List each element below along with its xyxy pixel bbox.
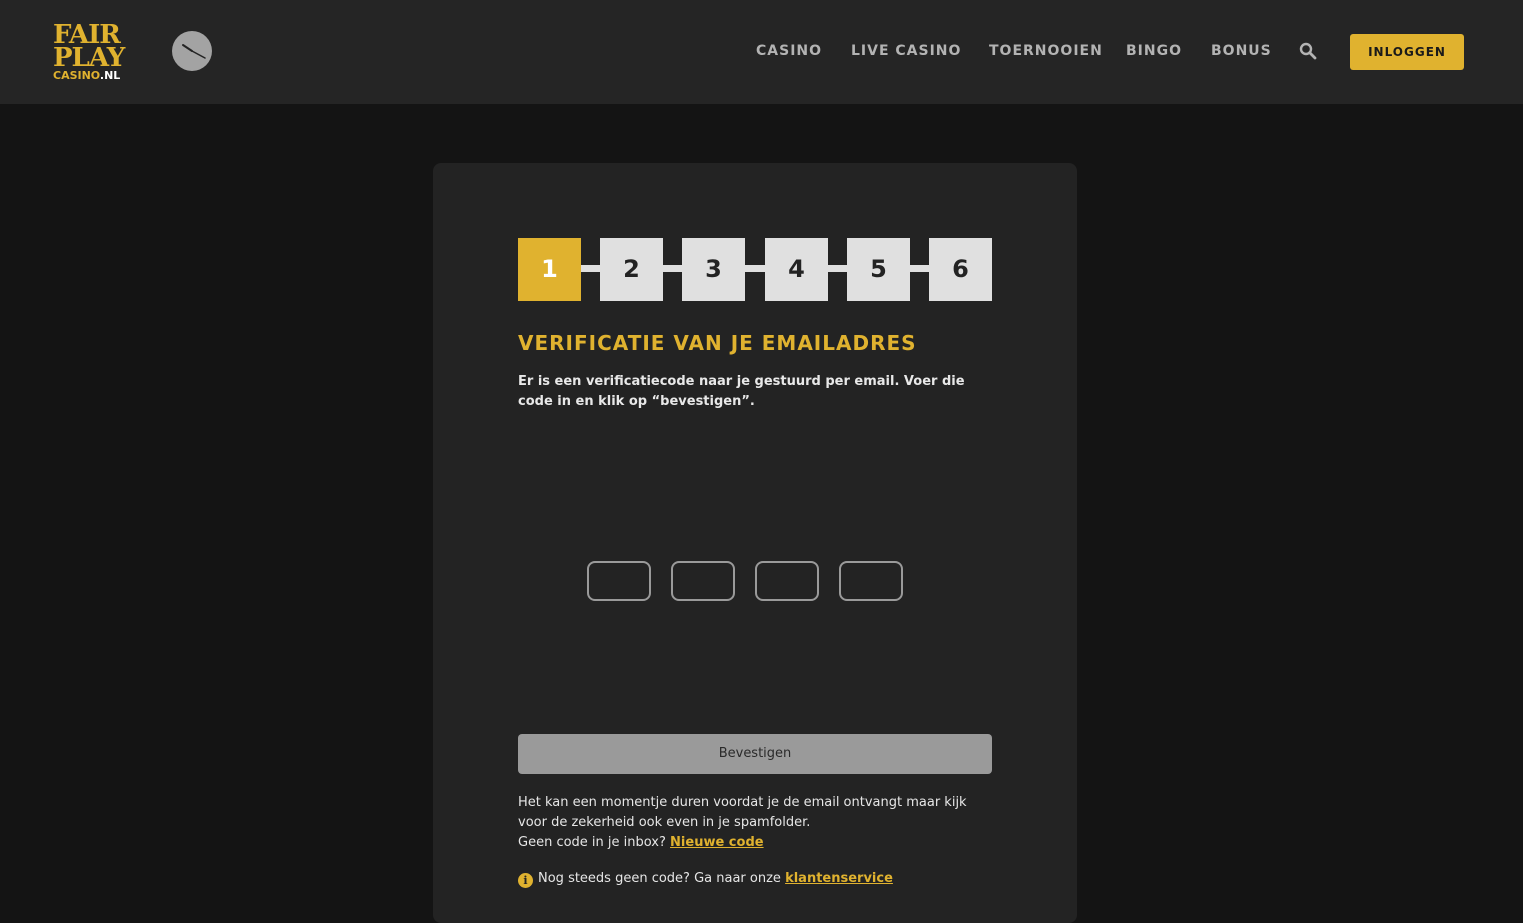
step-4: 4 [765, 238, 828, 301]
site-header: FAIR PLAY CASINO.NL CASINO LIVE CASINO T… [0, 0, 1523, 104]
nav-bingo[interactable]: BINGO [1126, 40, 1182, 62]
nav-casino[interactable]: CASINO [756, 40, 822, 62]
support-hint-text: Nog steeds geen code? Ga naar onze [538, 871, 781, 886]
page-title: VERIFICATIE VAN JE EMAILADRES [518, 331, 917, 355]
new-code-link[interactable]: Nieuwe code [670, 835, 764, 850]
customer-service-link[interactable]: klantenservice [785, 871, 893, 886]
logo-tld-text: .NL [99, 69, 121, 82]
step-5: 5 [847, 238, 910, 301]
step-1: 1 [518, 238, 581, 301]
code-digit-1[interactable] [587, 561, 651, 601]
email-delay-info: Het kan een momentje duren voordat je de… [518, 793, 998, 853]
logo-casino-text: CASINO [53, 69, 100, 82]
step-progress-line [518, 265, 992, 272]
search-icon[interactable] [1299, 42, 1317, 60]
step-3: 3 [682, 238, 745, 301]
nav-bonus[interactable]: BONUS [1211, 40, 1272, 62]
nav-toernooien[interactable]: TOERNOOIEN [989, 40, 1103, 62]
code-digit-2[interactable] [671, 561, 735, 601]
info-icon: i [518, 873, 533, 888]
support-hint: i Nog steeds geen code? Ga naar onze klan… [518, 869, 998, 889]
verification-description: Er is een verificatiecode naar je gestuu… [518, 374, 965, 409]
login-button[interactable]: INLOGGEN [1350, 34, 1464, 70]
step-6: 6 [929, 238, 992, 301]
clock-icon [172, 31, 212, 71]
fairplay-logo[interactable]: FAIR PLAY CASINO.NL [53, 22, 133, 82]
code-digit-3[interactable] [755, 561, 819, 601]
step-2: 2 [600, 238, 663, 301]
nav-live-casino[interactable]: LIVE CASINO [851, 40, 961, 62]
code-digit-4[interactable] [839, 561, 903, 601]
logo-line-play: PLAY [53, 43, 125, 73]
spam-folder-hint: Het kan een momentje duren voordat je de… [518, 795, 967, 830]
no-code-text: Geen code in je inbox? [518, 835, 666, 850]
confirm-button[interactable]: Bevestigen [518, 734, 992, 774]
